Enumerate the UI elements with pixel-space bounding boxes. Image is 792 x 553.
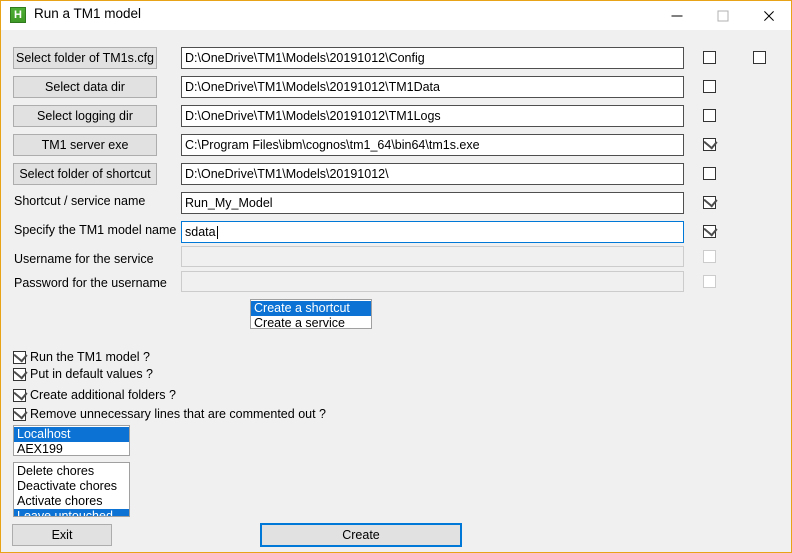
shortcut-service-name-input[interactable]: Run_My_Model	[181, 192, 684, 214]
app-window: H Run a TM1 model Select folder of TM1s.…	[0, 0, 792, 553]
check-tick-icon	[703, 223, 717, 237]
shortcut-folder-row-checkbox[interactable]	[703, 167, 716, 180]
check-tick-icon	[13, 348, 27, 362]
service-password-label: Password for the username	[14, 277, 167, 290]
shortcut-folder-path-input[interactable]: D:\OneDrive\TM1\Models\20191012\	[181, 163, 684, 185]
list-item-create-shortcut[interactable]: Create a shortcut	[251, 301, 371, 316]
logging-dir-path-input[interactable]: D:\OneDrive\TM1\Models\20191012\TM1Logs	[181, 105, 684, 127]
check-tick-icon	[703, 194, 717, 208]
close-icon	[763, 9, 776, 22]
checkbox[interactable]	[13, 368, 26, 381]
tm1s-cfg-path-input[interactable]: D:\OneDrive\TM1\Models\20191012\Config	[181, 47, 684, 69]
tm1s-cfg-row-checkbox[interactable]	[703, 51, 716, 64]
shortcut-service-name-label: Shortcut / service name	[14, 195, 145, 208]
tm1-model-name-input[interactable]: sdata	[181, 221, 684, 243]
list-item-create-service[interactable]: Create a service	[251, 316, 371, 329]
option-create-additional-folders[interactable]: Create additional folders ?	[13, 387, 176, 403]
chores-listbox[interactable]: Delete chores Deactivate chores Activate…	[13, 462, 130, 517]
checkbox[interactable]	[13, 351, 26, 364]
window-title: Run a TM1 model	[34, 6, 141, 21]
check-tick-icon	[703, 136, 717, 150]
tm1-model-name-checkbox[interactable]	[703, 225, 716, 238]
create-mode-listbox[interactable]: Create a shortcut Create a service	[250, 299, 372, 329]
select-shortcut-folder-button[interactable]: Select folder of shortcut	[13, 163, 157, 185]
select-logging-dir-button[interactable]: Select logging dir	[13, 105, 157, 127]
check-tick-icon	[13, 405, 27, 419]
check-tick-icon	[13, 365, 27, 379]
maximize-button[interactable]	[700, 1, 746, 30]
tm1-model-name-label: Specify the TM1 model name	[14, 224, 176, 237]
service-username-label: Username for the service	[14, 253, 154, 266]
checkbox[interactable]	[13, 408, 26, 421]
create-button[interactable]: Create	[260, 523, 462, 547]
exit-button[interactable]: Exit	[12, 524, 112, 546]
option-remove-commented-lines[interactable]: Remove unnecessary lines that are commen…	[13, 406, 326, 422]
service-username-input[interactable]	[181, 246, 684, 267]
tm1-server-exe-row-checkbox[interactable]	[703, 138, 716, 151]
list-item-delete-chores[interactable]: Delete chores	[14, 464, 129, 479]
service-password-input[interactable]	[181, 271, 684, 292]
option-label: Remove unnecessary lines that are commen…	[30, 408, 326, 421]
option-put-default-values[interactable]: Put in default values ?	[13, 366, 153, 382]
select-data-dir-button[interactable]: Select data dir	[13, 76, 157, 98]
logging-dir-row-checkbox[interactable]	[703, 109, 716, 122]
title-bar: H Run a TM1 model	[1, 1, 792, 30]
tm1-server-exe-button[interactable]: TM1 server exe	[13, 134, 157, 156]
host-listbox[interactable]: Localhost AEX199	[13, 425, 130, 456]
check-tick-icon	[13, 386, 27, 400]
service-username-checkbox[interactable]	[703, 250, 716, 263]
data-dir-path-input[interactable]: D:\OneDrive\TM1\Models\20191012\TM1Data	[181, 76, 684, 98]
text-caret	[217, 226, 218, 239]
app-icon: H	[10, 7, 26, 23]
list-item-aex199[interactable]: AEX199	[14, 442, 129, 456]
option-label: Put in default values ?	[30, 368, 153, 381]
minimize-button[interactable]	[654, 1, 700, 30]
close-button[interactable]	[746, 1, 792, 30]
option-run-tm1-model[interactable]: Run the TM1 model ?	[13, 349, 150, 365]
option-label: Run the TM1 model ?	[30, 351, 150, 364]
list-item-localhost[interactable]: Localhost	[14, 427, 129, 442]
data-dir-row-checkbox[interactable]	[703, 80, 716, 93]
service-password-checkbox[interactable]	[703, 275, 716, 288]
minimize-icon	[672, 15, 683, 16]
list-item-leave-untouched[interactable]: Leave untouched	[14, 509, 129, 517]
list-item-deactivate-chores[interactable]: Deactivate chores	[14, 479, 129, 494]
tm1s-cfg-row-extra-checkbox[interactable]	[753, 51, 766, 64]
select-tm1s-cfg-folder-button[interactable]: Select folder of TM1s.cfg	[13, 47, 157, 69]
maximize-icon	[718, 10, 729, 21]
shortcut-service-name-checkbox[interactable]	[703, 196, 716, 209]
option-label: Create additional folders ?	[30, 389, 176, 402]
tm1-server-exe-path-input[interactable]: C:\Program Files\ibm\cognos\tm1_64\bin64…	[181, 134, 684, 156]
tm1-model-name-value: sdata	[185, 226, 216, 239]
list-item-activate-chores[interactable]: Activate chores	[14, 494, 129, 509]
checkbox[interactable]	[13, 389, 26, 402]
